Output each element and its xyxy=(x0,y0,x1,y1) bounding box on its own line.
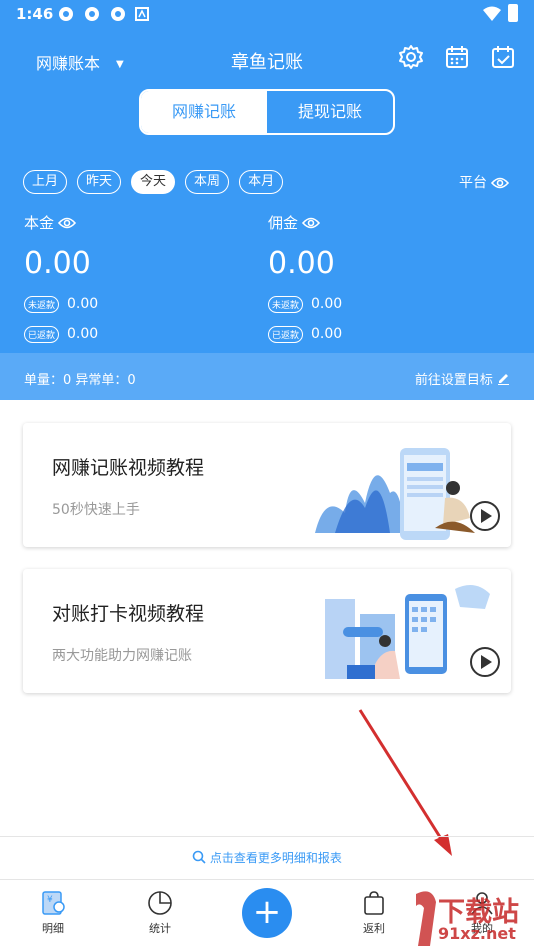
add-record-button[interactable]: + xyxy=(242,888,292,938)
status-time: 1:46 xyxy=(16,5,54,23)
commission-returned: 0.00 xyxy=(311,326,343,342)
set-goal-label: 前往设置目标 xyxy=(414,373,493,388)
app-header: 网赚账本 ▼ 章鱼记账 xyxy=(0,40,534,80)
settings-gear-icon[interactable] xyxy=(398,44,424,70)
search-icon xyxy=(192,850,206,864)
wifi-icon xyxy=(483,6,501,21)
principal-amount: 0.00 xyxy=(24,246,91,281)
app-notification-icon xyxy=(135,7,149,21)
details-list-icon: ¥ xyxy=(42,891,65,915)
period-today[interactable]: 今天 xyxy=(131,170,176,194)
edit-pencil-icon xyxy=(498,374,509,385)
status-bar: 1:46 xyxy=(0,0,534,28)
eye-icon xyxy=(490,177,510,189)
period-filter: 上月 昨天 今天 本周 本月 xyxy=(23,170,284,194)
record-type-tabs: 网赚记账 提现记账 xyxy=(139,89,395,135)
returned-tag: 已返款 xyxy=(268,325,304,343)
period-last-month[interactable]: 上月 xyxy=(23,170,68,194)
nav-label: 明细 xyxy=(42,922,64,935)
principal-returned: 0.00 xyxy=(67,326,99,342)
platform-filter[interactable]: 平台 xyxy=(459,172,510,192)
card-subtitle: 50秒快速上手 xyxy=(52,502,140,518)
eye-icon[interactable] xyxy=(301,216,321,230)
order-stats-band: 单量：0 异常单：0 前往设置目标 xyxy=(0,353,534,400)
calendar-icon[interactable] xyxy=(444,44,470,70)
period-yesterday[interactable]: 昨天 xyxy=(77,170,122,194)
nav-statistics[interactable]: 统计 xyxy=(130,890,190,936)
pie-chart-icon xyxy=(148,891,172,915)
notification-icon xyxy=(111,7,125,21)
notification-icon xyxy=(59,7,73,21)
notification-icon xyxy=(85,7,99,21)
more-details-link[interactable]: 点击查看更多明细和报表 xyxy=(0,836,534,879)
principal-label: 本金 xyxy=(24,214,55,232)
nav-details[interactable]: ¥ 明细 xyxy=(23,890,83,936)
tutorial-illustration xyxy=(325,585,500,679)
battery-icon xyxy=(508,4,518,22)
tutorial-card-reconcile[interactable]: 对账打卡视频教程 两大功能助力网赚记账 xyxy=(23,569,511,693)
calendar-check-icon[interactable] xyxy=(490,44,516,70)
card-title: 网赚记账视频教程 xyxy=(52,457,205,479)
watermark-url: 91xz.net xyxy=(438,924,516,943)
commission-unreturned: 0.00 xyxy=(311,296,343,312)
more-details-label: 点击查看更多明细和报表 xyxy=(209,851,342,865)
set-goal-link[interactable]: 前往设置目标 xyxy=(415,369,510,388)
commission-summary: 佣金 0.00 未返款 0.00 已返款 0.00 xyxy=(268,212,342,344)
commission-amount: 0.00 xyxy=(268,246,335,281)
principal-unreturned: 0.00 xyxy=(67,296,99,312)
period-this-week[interactable]: 本周 xyxy=(185,170,230,194)
shopping-bag-icon xyxy=(364,891,384,915)
tab-withdrawal[interactable]: 提现记账 xyxy=(267,91,393,133)
tutorial-card-earning[interactable]: 网赚记账视频教程 50秒快速上手 xyxy=(23,423,511,547)
card-title: 对账打卡视频教程 xyxy=(52,603,205,625)
order-count-summary: 单量：0 异常单：0 xyxy=(24,373,136,388)
unreturned-tag: 未返款 xyxy=(268,295,304,313)
card-subtitle: 两大功能助力网赚记账 xyxy=(52,648,192,664)
principal-summary: 本金 0.00 未返款 0.00 已返款 0.00 xyxy=(24,212,98,344)
svg-text:¥: ¥ xyxy=(47,895,53,905)
period-this-month[interactable]: 本月 xyxy=(239,170,284,194)
platform-label: 平台 xyxy=(459,175,487,191)
nav-label: 统计 xyxy=(149,922,171,935)
returned-tag: 已返款 xyxy=(24,325,60,343)
nav-rebate[interactable]: 返利 xyxy=(344,890,404,936)
tab-online-earning[interactable]: 网赚记账 xyxy=(141,91,267,133)
unreturned-tag: 未返款 xyxy=(24,295,60,313)
nav-label: 返利 xyxy=(363,922,385,935)
eye-icon[interactable] xyxy=(57,216,77,230)
commission-label: 佣金 xyxy=(268,214,299,232)
tutorial-illustration xyxy=(315,448,500,540)
